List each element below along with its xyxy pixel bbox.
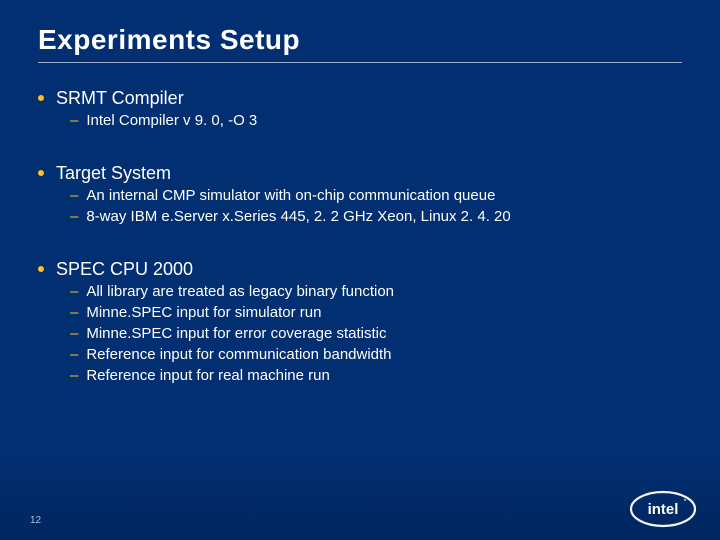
bullet-dot-icon (38, 170, 44, 176)
sub-bullet: – An internal CMP simulator with on-chip… (70, 186, 682, 205)
bullet-dot-icon (38, 95, 44, 101)
page-number: 12 (30, 515, 41, 526)
sub-bullet-text: 8-way IBM e.Server x.Series 445, 2. 2 GH… (86, 207, 510, 226)
dash-icon: – (70, 207, 78, 226)
sub-bullet-text: An internal CMP simulator with on-chip c… (86, 186, 495, 205)
dash-icon: – (70, 324, 78, 343)
dash-icon: – (70, 282, 78, 301)
sub-bullet: – Reference input for real machine run (70, 366, 682, 385)
dash-icon: – (70, 303, 78, 322)
intel-logo-icon: intel R (628, 488, 698, 530)
bullet-label: SRMT Compiler (56, 87, 184, 109)
bullet-srmt-compiler: SRMT Compiler (38, 87, 682, 109)
content: SRMT Compiler – Intel Compiler v 9. 0, -… (38, 87, 682, 385)
sub-bullet-text: Minne.SPEC input for error coverage stat… (86, 324, 386, 343)
sub-bullet: – All library are treated as legacy bina… (70, 282, 682, 301)
sub-bullet-text: Intel Compiler v 9. 0, -O 3 (86, 111, 257, 130)
sub-bullet-text: Minne.SPEC input for simulator run (86, 303, 321, 322)
sub-bullet: – 8-way IBM e.Server x.Series 445, 2. 2 … (70, 207, 682, 226)
sub-bullet: – Minne.SPEC input for simulator run (70, 303, 682, 322)
bullet-target-system: Target System (38, 162, 682, 184)
dash-icon: – (70, 345, 78, 364)
page-title: Experiments Setup (38, 24, 682, 63)
slide: Experiments Setup SRMT Compiler – Intel … (0, 0, 720, 540)
dash-icon: – (70, 186, 78, 205)
bullet-dot-icon (38, 266, 44, 272)
intel-logo-text: intel (648, 501, 679, 518)
bullet-label: Target System (56, 162, 171, 184)
sub-bullet-text: All library are treated as legacy binary… (86, 282, 394, 301)
dash-icon: – (70, 111, 78, 130)
bullet-label: SPEC CPU 2000 (56, 258, 193, 280)
sub-bullet-text: Reference input for communication bandwi… (86, 345, 391, 364)
sub-bullet: – Intel Compiler v 9. 0, -O 3 (70, 111, 682, 130)
svg-text:R: R (684, 499, 687, 503)
bullet-spec-cpu2000: SPEC CPU 2000 (38, 258, 682, 280)
sub-bullet: – Minne.SPEC input for error coverage st… (70, 324, 682, 343)
dash-icon: – (70, 366, 78, 385)
sub-bullet: – Reference input for communication band… (70, 345, 682, 364)
sub-bullet-text: Reference input for real machine run (86, 366, 329, 385)
